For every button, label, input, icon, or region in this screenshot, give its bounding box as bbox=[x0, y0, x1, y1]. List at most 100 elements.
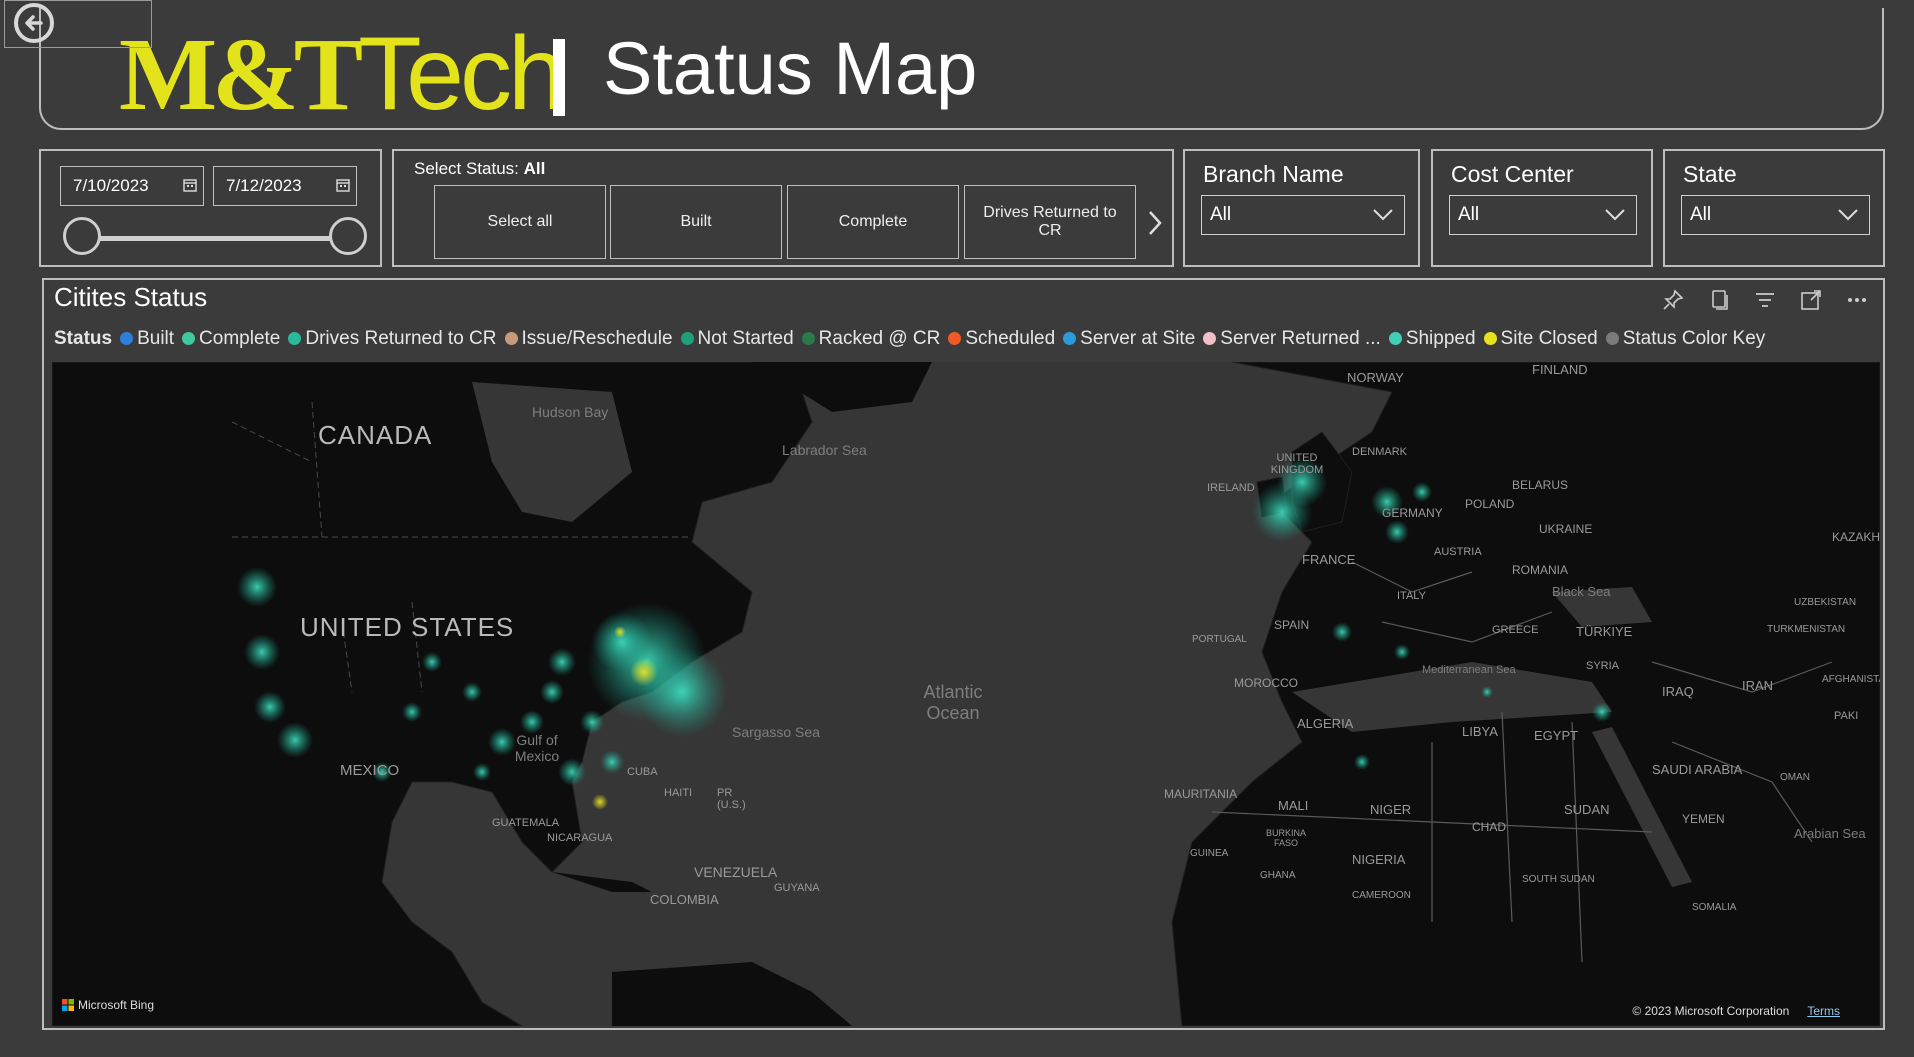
status-drives-returned-button[interactable]: Drives Returned to CR bbox=[964, 185, 1136, 259]
visual-title: Citites Status bbox=[54, 282, 208, 312]
calendar-icon[interactable] bbox=[336, 178, 350, 192]
map-copyright: © 2023 Microsoft Corporation Terms bbox=[1632, 1004, 1840, 1018]
filter-icon[interactable] bbox=[1753, 288, 1777, 312]
map-label: SOUTH SUDAN bbox=[1522, 874, 1595, 885]
map-label: ALGERIA bbox=[1297, 716, 1354, 731]
map-label: MOROCCO bbox=[1234, 676, 1298, 690]
state-title: State bbox=[1683, 161, 1737, 187]
state-value: All bbox=[1690, 204, 1712, 225]
map-label: Sargasso Sea bbox=[732, 724, 820, 740]
calendar-icon[interactable] bbox=[183, 178, 197, 192]
map-label: NIGERIA bbox=[1352, 852, 1406, 867]
date-slider-end-handle[interactable] bbox=[329, 217, 367, 255]
cities-status-map-visual: Citites Status Status Built Complete Drives… bbox=[42, 278, 1885, 1030]
map-label: CUBA bbox=[627, 766, 658, 778]
status-filter: Select Status: All Select all Built Comp… bbox=[392, 149, 1174, 267]
microsoft-bing-attribution: Microsoft Bing bbox=[62, 998, 154, 1012]
map-label: Atlantic Ocean bbox=[923, 682, 983, 723]
page-title: Status Map bbox=[603, 27, 978, 110]
map-label: YEMEN bbox=[1682, 812, 1725, 826]
map-label: FINLAND bbox=[1532, 362, 1588, 377]
legend-label: Complete bbox=[199, 328, 281, 349]
map-label: CANADA bbox=[318, 420, 433, 450]
legend-item[interactable]: Complete bbox=[182, 328, 280, 349]
map-label: AUSTRIA bbox=[1434, 546, 1482, 558]
map-label: DENMARK bbox=[1352, 446, 1408, 458]
visual-header-toolbar bbox=[1661, 288, 1869, 312]
end-date-input[interactable]: 7/12/2023 bbox=[213, 166, 357, 206]
map-label: SOMALIA bbox=[1692, 902, 1737, 913]
map-canvas[interactable]: CANADA UNITED STATES MEXICO Hudson Bay L… bbox=[52, 362, 1880, 1026]
legend-label: Not Started bbox=[697, 328, 794, 349]
map-label: Black Sea bbox=[1552, 584, 1611, 599]
start-date-value: 7/10/2023 bbox=[73, 176, 149, 195]
state-dropdown[interactable]: All bbox=[1681, 195, 1870, 235]
terms-link[interactable]: Terms bbox=[1807, 1004, 1840, 1018]
date-range-filter: 7/10/2023 7/12/2023 bbox=[39, 149, 382, 267]
legend-dot-icon bbox=[1063, 332, 1077, 345]
cost-center-dropdown[interactable]: All bbox=[1449, 195, 1637, 235]
branch-name-slicer: Branch Name All bbox=[1183, 149, 1420, 267]
map-label: GUINEA bbox=[1190, 848, 1229, 859]
legend-label: Scheduled bbox=[965, 328, 1056, 349]
legend-dot-icon bbox=[1203, 332, 1217, 345]
map-label: PAKI bbox=[1834, 710, 1859, 722]
legend-dot-icon bbox=[120, 332, 134, 345]
more-options-icon[interactable] bbox=[1845, 288, 1869, 312]
legend-item[interactable]: Server at Site bbox=[1063, 328, 1195, 349]
branch-name-title: Branch Name bbox=[1203, 161, 1344, 187]
chevron-down-icon bbox=[1838, 209, 1858, 221]
legend-item[interactable]: Status Color Key bbox=[1605, 328, 1766, 349]
copy-visual-icon[interactable] bbox=[1707, 288, 1731, 312]
date-slider-track[interactable] bbox=[83, 236, 349, 241]
header-banner: M&TTech Status Map bbox=[39, 8, 1884, 130]
map-label: GHANA bbox=[1260, 870, 1296, 881]
legend-item[interactable]: Not Started bbox=[680, 328, 794, 349]
map-label: TURKMENISTAN bbox=[1767, 624, 1846, 635]
map-label: UNITED KINGDOM bbox=[1270, 452, 1324, 476]
map-label: ROMANIA bbox=[1512, 563, 1569, 577]
legend-item[interactable]: Scheduled bbox=[948, 328, 1055, 349]
map-label: PORTUGAL bbox=[1192, 634, 1247, 645]
cost-center-value: All bbox=[1458, 204, 1480, 225]
branch-name-dropdown[interactable]: All bbox=[1201, 195, 1405, 235]
legend-item[interactable]: Server Returned ... bbox=[1203, 328, 1381, 349]
end-date-value: 7/12/2023 bbox=[226, 176, 302, 195]
chevron-right-icon[interactable] bbox=[1146, 209, 1164, 237]
back-button[interactable] bbox=[4, 0, 152, 48]
map-label: NORWAY bbox=[1347, 370, 1404, 385]
legend-item[interactable]: Shipped bbox=[1388, 328, 1476, 349]
status-complete-button[interactable]: Complete bbox=[787, 185, 959, 259]
back-arrow-icon bbox=[14, 3, 54, 43]
map-label: NICARAGUA bbox=[547, 832, 613, 844]
map-label: Mediterranean Sea bbox=[1422, 664, 1516, 676]
status-select-all-button[interactable]: Select all bbox=[434, 185, 606, 259]
map-label: NIGER bbox=[1370, 802, 1412, 817]
date-slider-start-handle[interactable] bbox=[63, 217, 101, 255]
map-label: PR (U.S.) bbox=[717, 787, 746, 811]
map-label: BELARUS bbox=[1512, 478, 1569, 492]
legend-label: Server at Site bbox=[1080, 328, 1196, 349]
legend-item[interactable]: Drives Returned to CR bbox=[288, 328, 497, 349]
map-label: IRAN bbox=[1742, 678, 1774, 693]
legend-label: Server Returned ... bbox=[1220, 328, 1381, 349]
start-date-input[interactable]: 7/10/2023 bbox=[60, 166, 204, 206]
legend-item[interactable]: Built bbox=[120, 328, 174, 349]
title-divider bbox=[553, 39, 565, 116]
legend-label: Status Color Key bbox=[1622, 328, 1766, 349]
status-built-button[interactable]: Built bbox=[610, 185, 782, 259]
map-label: SYRIA bbox=[1586, 660, 1620, 672]
map-label: SAUDI ARABIA bbox=[1652, 762, 1743, 777]
focus-mode-icon[interactable] bbox=[1799, 288, 1823, 312]
legend-item[interactable]: Site Closed bbox=[1483, 328, 1598, 349]
pin-icon[interactable] bbox=[1661, 288, 1685, 312]
chevron-down-icon bbox=[1605, 209, 1625, 221]
legend-item[interactable]: Issue/Reschedule bbox=[504, 328, 673, 349]
map-label: HAITI bbox=[664, 787, 693, 799]
legend-title: Status bbox=[54, 328, 113, 349]
map-label: SUDAN bbox=[1564, 802, 1610, 817]
legend-label: Built bbox=[137, 328, 175, 349]
map-label: Labrador Sea bbox=[782, 442, 867, 458]
legend-item[interactable]: Racked @ CR bbox=[801, 328, 940, 349]
map-label: TÜRKIYE bbox=[1576, 624, 1633, 639]
